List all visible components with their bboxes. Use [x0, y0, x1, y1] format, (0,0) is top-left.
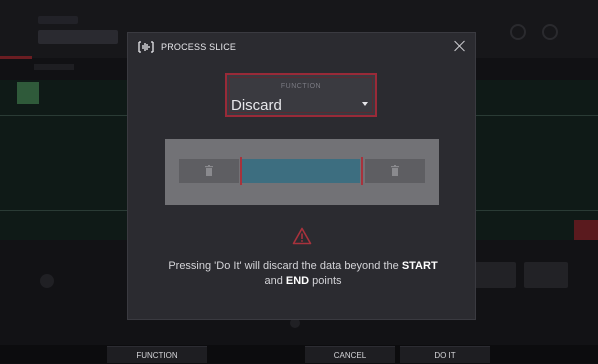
cancel-button[interactable]: CANCEL	[305, 346, 395, 363]
close-icon[interactable]	[453, 39, 467, 53]
start-keyword: START	[401, 260, 438, 272]
background-end-marker	[574, 220, 598, 242]
background-subtitle-placeholder	[38, 30, 118, 44]
do-it-button[interactable]: DO IT	[400, 346, 490, 363]
background-gear-icon	[542, 24, 558, 40]
softkey-bar	[0, 345, 598, 363]
function-button[interactable]: FUNCTION	[107, 346, 207, 363]
trash-icon	[205, 165, 213, 176]
warning-message: Pressing 'Do It' will discard the data b…	[168, 260, 438, 287]
end-marker	[361, 157, 363, 185]
background-track-strip	[0, 56, 32, 59]
caret-down-icon	[362, 102, 368, 106]
function-selected-value: Discard	[231, 97, 282, 114]
end-keyword: END	[285, 275, 310, 287]
function-field-label: FUNCTION	[280, 83, 322, 90]
background-title-placeholder	[38, 16, 78, 24]
discarded-segment-before-start	[179, 159, 239, 183]
trash-icon	[391, 165, 399, 176]
kept-segment	[242, 159, 360, 183]
dialog-title: PROCESS SLICE	[161, 42, 237, 52]
slice-preview	[165, 139, 439, 205]
discarded-segment-after-end	[365, 159, 425, 183]
dialog-header: PROCESS SLICE	[128, 33, 475, 61]
process-slice-dialog: PROCESS SLICE FUNCTION Discard Pressing …	[127, 32, 476, 320]
background-search-icon	[510, 24, 526, 40]
function-dropdown[interactable]: FUNCTION Discard	[225, 73, 377, 117]
warning-triangle-icon	[292, 227, 312, 245]
slice-waveform-icon	[138, 41, 154, 53]
background-start-marker	[17, 82, 39, 104]
background-tab	[34, 64, 74, 70]
